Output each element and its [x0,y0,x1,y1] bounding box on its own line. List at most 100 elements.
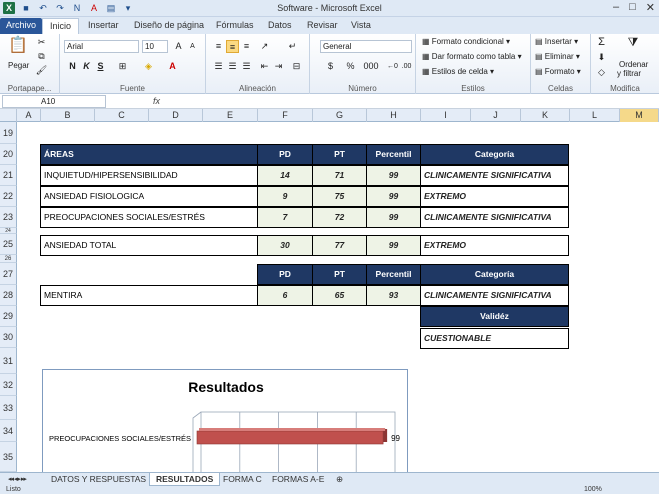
column-header[interactable]: B [41,109,95,122]
row-header[interactable]: 34 [0,420,17,442]
column-header[interactable]: I [421,109,471,122]
italic-button[interactable]: K [80,60,93,73]
row-header[interactable]: 21 [0,165,17,186]
conditional-format-button[interactable]: ▦ Formato condicional ▾ [422,37,510,46]
orientation-icon[interactable]: ↗ [258,40,271,53]
pt-value[interactable]: 75 [312,186,367,207]
align-center-icon[interactable]: ☰ [226,60,239,73]
mentira-pt-value[interactable]: 65 [312,285,367,306]
column-header[interactable]: C [95,109,149,122]
total-pt-value[interactable]: 77 [312,235,367,256]
align-bottom-icon[interactable]: ≡ [240,40,253,53]
total-categoria-value[interactable]: EXTREMO [420,235,569,256]
column-header[interactable]: L [570,109,620,122]
align-right-icon[interactable]: ☰ [240,60,253,73]
increase-decimal-icon[interactable]: ←0 [386,60,399,73]
align-left-icon[interactable]: ☰ [212,60,225,73]
maximize-icon[interactable]: □ [629,1,636,14]
tab-formulas[interactable]: Fórmulas [209,18,261,34]
name-box[interactable]: A10 [2,95,106,108]
new-sheet-icon[interactable]: ⊕ [330,473,349,486]
column-header[interactable]: G [313,109,367,122]
column-header[interactable]: M [620,109,659,122]
percentil-value[interactable]: 99 [366,165,421,186]
mentira-categoria-value[interactable]: CLINICAMENTE SIGNIFICATIVA [420,285,569,306]
grow-font-icon[interactable]: A [172,40,185,53]
area-label[interactable]: INQUIETUD/HIPERSENSIBILIDAD [40,165,258,186]
sheet-tab-datos[interactable]: DATOS Y RESPUESTAS [45,473,152,486]
format-cells-button[interactable]: ▤ Formato ▾ [535,67,581,76]
categoria-value[interactable]: CLINICAMENTE SIGNIFICATIVA [420,165,569,186]
number-format-combo[interactable]: General [320,40,412,53]
format-painter-icon[interactable]: 🖌 [35,64,48,77]
column-header[interactable]: E [203,109,258,122]
minimize-icon[interactable]: – [613,1,619,14]
zoom-level[interactable]: 100% [584,486,602,494]
paste-button[interactable]: Pegar [8,61,29,70]
mentira-label[interactable]: MENTIRA [40,285,258,306]
row-header[interactable]: 20 [0,144,17,165]
row-header[interactable]: 31 [0,348,17,374]
currency-button[interactable]: $ [324,60,337,73]
tab-revisar[interactable]: Revisar [300,18,345,34]
tab-insertar[interactable]: Insertar [81,18,126,34]
font-name-combo[interactable]: Arial [64,40,139,53]
align-top-icon[interactable]: ≡ [212,40,225,53]
close-icon[interactable]: ✕ [646,1,655,14]
total-area-label[interactable]: ANSIEDAD TOTAL [40,235,258,256]
filter-button[interactable]: y filtrar [617,69,641,78]
wrap-text-icon[interactable]: ↵ [286,40,299,53]
font-color-button-icon[interactable]: A [166,60,179,73]
bold-button[interactable]: N [66,60,79,73]
column-header[interactable]: J [471,109,521,122]
decrease-indent-icon[interactable]: ⇤ [258,60,271,73]
decrease-decimal-icon[interactable]: .00 [400,60,413,73]
select-all-corner[interactable] [0,109,17,122]
row-header[interactable]: 26 [0,255,17,263]
merge-center-icon[interactable]: ⊟ [290,60,303,73]
row-header[interactable]: 25 [0,234,17,255]
pt-value[interactable]: 72 [312,207,367,228]
tab-diseno-pagina[interactable]: Diseño de página [127,18,211,34]
insert-cells-button[interactable]: ▤ Insertar ▾ [535,37,578,46]
copy-icon[interactable]: ⧉ [35,50,48,63]
column-header[interactable]: A [17,109,41,122]
sort-filter-icon[interactable]: ⧩ [625,36,641,49]
row-header[interactable]: 32 [0,374,17,396]
percentil-value[interactable]: 99 [366,207,421,228]
row-header[interactable]: 33 [0,396,17,420]
column-header[interactable]: D [149,109,203,122]
cell-styles-button[interactable]: ▦ Estilos de celda ▾ [422,67,494,76]
percent-button[interactable]: % [344,60,357,73]
pd-value[interactable]: 9 [257,186,313,207]
tab-vista[interactable]: Vista [344,18,378,34]
area-label[interactable]: ANSIEDAD FISIOLOGICA [40,186,258,207]
percentil-value[interactable]: 99 [366,186,421,207]
pt-value[interactable]: 71 [312,165,367,186]
validez-value[interactable]: CUESTIONABLE [420,328,569,349]
total-percentil-value[interactable]: 99 [366,235,421,256]
column-header[interactable]: H [367,109,421,122]
clear-icon[interactable]: ◇ [595,66,608,79]
autosum-icon[interactable]: Σ [595,36,608,49]
total-pd-value[interactable]: 30 [257,235,313,256]
row-header[interactable]: 28 [0,285,17,306]
format-as-table-button[interactable]: ▦ Dar formato como tabla ▾ [422,52,522,61]
thousands-button[interactable]: 000 [362,60,380,73]
mentira-pd-value[interactable]: 6 [257,285,313,306]
fill-icon[interactable]: ⬇ [595,51,608,64]
font-size-combo[interactable]: 10 [142,40,168,53]
pd-value[interactable]: 7 [257,207,313,228]
tab-datos[interactable]: Datos [261,18,299,34]
fx-icon[interactable]: fx [153,96,160,106]
mentira-percentil-value[interactable]: 93 [366,285,421,306]
align-middle-icon[interactable]: ≡ [226,40,239,53]
row-header[interactable]: 22 [0,186,17,207]
borders-icon[interactable]: ⊞ [116,60,129,73]
column-header[interactable]: F [258,109,313,122]
row-header[interactable]: 23 [0,207,17,228]
cut-icon[interactable]: ✂ [35,36,48,49]
paste-icon[interactable]: 📋 [8,36,28,56]
results-chart[interactable]: Resultados 99 PREOCUPACIONES SOCIALES/EST… [42,369,408,479]
delete-cells-button[interactable]: ▤ Eliminar ▾ [535,52,580,61]
